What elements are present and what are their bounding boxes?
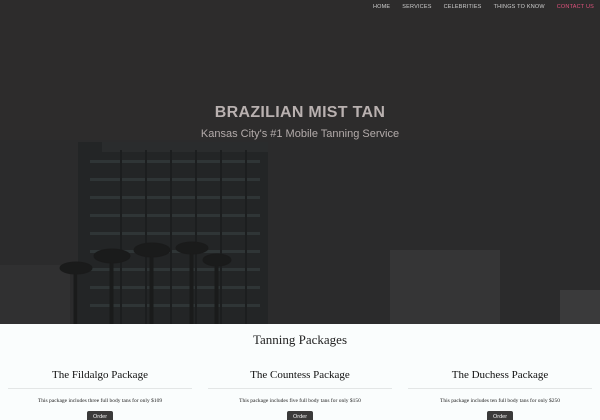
package-description: This package includes three full body ta… (37, 398, 163, 404)
hero-section: HOME SERVICES CELEBRITIES THINGS TO KNOW… (0, 0, 600, 324)
hero-background-image (0, 0, 600, 324)
nav-services[interactable]: SERVICES (396, 1, 437, 13)
package-name: The Duchess Package (451, 369, 549, 381)
package-divider (408, 388, 592, 389)
package-divider (8, 388, 192, 389)
package-name: The Countess Package (250, 369, 350, 381)
package-card-fildalgo: The Fildalgo Package This package includ… (8, 368, 192, 420)
package-divider (208, 388, 392, 389)
nav-contact-us[interactable]: CONTACT US (551, 1, 600, 13)
nav-things-to-know[interactable]: THINGS TO KNOW (488, 1, 551, 13)
order-button[interactable]: Order (286, 411, 314, 420)
hero-title: BRAZILIAN MIST TAN (214, 104, 386, 121)
nav-celebrities[interactable]: CELEBRITIES (438, 1, 488, 13)
package-name: The Fildalgo Package (52, 369, 148, 381)
hero-subtitle: Kansas City's #1 Mobile Tanning Service (200, 128, 400, 140)
nav-home[interactable]: HOME (367, 1, 396, 13)
package-description: This package includes ten full body tans… (440, 398, 560, 404)
package-card-duchess: The Duchess Package This package include… (408, 368, 592, 420)
order-button[interactable]: Order (86, 411, 114, 420)
packages-section: Tanning Packages The Fildalgo Package Th… (0, 324, 600, 420)
packages-heading: Tanning Packages (252, 332, 348, 347)
package-description: This package includes five full body tan… (239, 398, 361, 404)
package-card-countess: The Countess Package This package includ… (208, 368, 392, 420)
top-nav: HOME SERVICES CELEBRITIES THINGS TO KNOW… (367, 0, 600, 14)
order-button[interactable]: Order (486, 411, 514, 420)
